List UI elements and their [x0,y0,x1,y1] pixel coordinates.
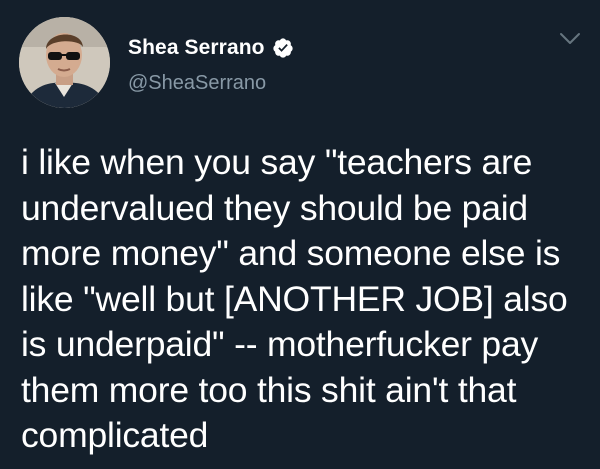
author-handle[interactable]: @SheaSerrano [128,72,266,95]
chevron-down-icon[interactable] [559,32,581,46]
avatar[interactable] [19,17,110,108]
tweet-text: i like when you say "teachers are underv… [21,142,578,455]
verified-badge-icon [272,37,294,59]
author-display-name[interactable]: Shea Serrano [128,36,265,60]
author-name-row: Shea Serrano [128,36,294,60]
tweet-card: Shea Serrano @SheaSerrano i like when yo… [0,0,600,469]
avatar-image [19,17,110,108]
